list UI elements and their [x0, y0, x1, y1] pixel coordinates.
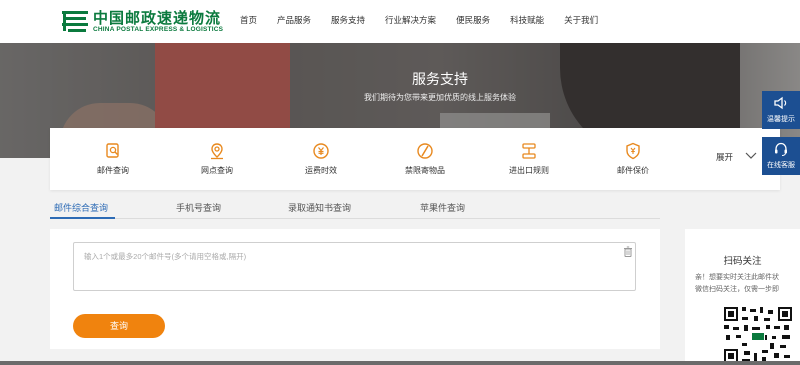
service-label: 进出口规则: [509, 166, 549, 175]
wechat-qr-code: [722, 305, 794, 365]
nav-item-products[interactable]: 产品服务: [277, 0, 311, 43]
service-label: 邮件查询: [97, 166, 129, 175]
scan-follow-panel: 扫码关注 亲！想要实时关注此邮件状 微信扫码关注，仅需一步即: [685, 229, 800, 365]
online-service-side-button[interactable]: 在线客服: [762, 137, 800, 175]
service-shortcuts: 邮件查询 网点查询 运费时效 禁限寄物品 进出口规则 邮件保价 展开: [50, 128, 780, 190]
service-label: 邮件保价: [617, 166, 649, 175]
logo-english-text: CHINA POSTAL EXPRESS & LOGISTICS: [93, 26, 224, 33]
speaker-icon: [774, 96, 787, 110]
query-tabs: 邮件综合查询 手机号查询 录取通知书查询 苹果件查询: [50, 199, 660, 219]
expand-button[interactable]: 展开: [716, 151, 733, 163]
service-item-outlet-query[interactable]: 网点查询: [177, 128, 257, 190]
service-label: 运费时效: [305, 166, 337, 175]
tab-mail-query[interactable]: 邮件综合查询: [54, 201, 108, 214]
online-service-label: 在线客服: [767, 162, 795, 169]
nav-item-technology[interactable]: 科技赋能: [510, 0, 544, 43]
main-nav: 首页 产品服务 服务支持 行业解决方案 便民服务 科技赋能 关于我们: [240, 0, 618, 43]
page-subtitle: 我们期待为您带来更加优质的线上服务体验: [364, 93, 516, 102]
tracking-number-placeholder: 输入1个或最多20个邮件号(多个请用空格或,隔开): [84, 252, 247, 261]
nav-item-convenience[interactable]: 便民服务: [456, 0, 490, 43]
service-item-mail-query[interactable]: 邮件查询: [73, 128, 153, 190]
page-title: 服务支持: [412, 71, 468, 87]
service-item-insurance[interactable]: 邮件保价: [593, 128, 673, 190]
logo-chinese-text: 中国邮政速递物流: [93, 9, 222, 27]
horizontal-scrollbar[interactable]: [0, 361, 800, 365]
service-item-import-export[interactable]: 进出口规则: [489, 128, 569, 190]
tips-label: 温馨提示: [767, 116, 795, 123]
china-post-logo[interactable]: 中国邮政速递物流 CHINA POSTAL EXPRESS & LOGISTIC…: [60, 6, 225, 38]
shield-yuan-icon: [626, 142, 640, 160]
active-tab-indicator: [50, 217, 115, 219]
nav-item-about[interactable]: 关于我们: [564, 0, 598, 43]
scan-description: 亲！想要实时关注此邮件状 微信扫码关注，仅需一步即: [695, 272, 800, 296]
search-doc-icon: [106, 143, 119, 158]
site-header: 中国邮政速递物流 CHINA POSTAL EXPRESS & LOGISTIC…: [0, 0, 800, 43]
service-item-freight[interactable]: 运费时效: [281, 128, 361, 190]
chevron-down-icon[interactable]: [745, 150, 757, 160]
nav-item-solutions[interactable]: 行业解决方案: [385, 0, 436, 43]
yuan-coin-icon: [313, 143, 329, 159]
query-button[interactable]: 查询: [73, 314, 165, 338]
forbidden-icon: [417, 143, 433, 159]
scan-desc-line-2: 微信扫码关注，仅需一步即: [695, 286, 779, 293]
nav-item-home[interactable]: 首页: [240, 0, 257, 43]
tips-side-button[interactable]: 温馨提示: [762, 91, 800, 129]
nav-item-support[interactable]: 服务支持: [331, 0, 365, 43]
tab-phone-query[interactable]: 手机号查询: [176, 201, 221, 214]
service-label: 网点查询: [201, 166, 233, 175]
rules-icon: [522, 143, 536, 159]
service-label: 禁限寄物品: [405, 166, 445, 175]
tab-admission-query[interactable]: 录取通知书查询: [288, 201, 351, 214]
headset-icon: [775, 142, 787, 157]
tracking-number-input[interactable]: 输入1个或最多20个邮件号(多个请用空格或,隔开): [73, 242, 636, 291]
query-panel: 输入1个或最多20个邮件号(多个请用空格或,隔开) 查询: [50, 229, 660, 349]
tab-apple-query[interactable]: 苹果件查询: [420, 201, 465, 214]
scan-title: 扫码关注: [723, 256, 762, 267]
china-post-emblem-icon: [62, 11, 88, 32]
service-item-prohibited[interactable]: 禁限寄物品: [385, 128, 465, 190]
location-pin-icon: [211, 143, 223, 160]
scan-desc-line-1: 亲！想要实时关注此邮件状: [695, 274, 779, 281]
trash-icon[interactable]: [623, 246, 633, 257]
